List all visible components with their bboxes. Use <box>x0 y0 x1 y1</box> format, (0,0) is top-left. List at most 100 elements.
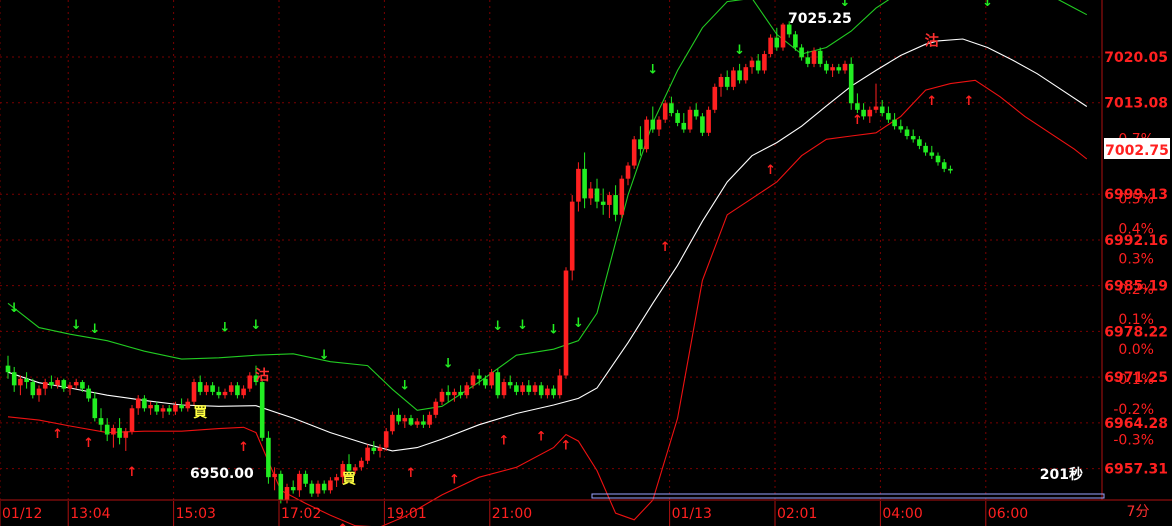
candle-body <box>600 201 606 205</box>
candle-body <box>526 385 532 392</box>
candle-body <box>247 375 253 389</box>
percent-tick-label: 0.1% <box>1118 312 1154 328</box>
candle-body <box>334 477 339 481</box>
candle-body <box>272 473 277 478</box>
sell-arrow: ↓ <box>573 316 584 331</box>
candle-body <box>545 388 550 396</box>
candle-body <box>396 414 401 422</box>
candle-body <box>241 388 246 396</box>
candlestick-chart: ↑↑↑↑↑↑↑↑↑↑↑↑↑↑↑↓↓↓↓↓↓↓↓↓↓↓↓↓↓↓↓↓ 沽買買沽702… <box>0 0 1172 526</box>
candle-body <box>520 385 525 392</box>
candle-body <box>817 50 823 64</box>
candle-body <box>427 414 432 425</box>
candle-body <box>706 109 711 133</box>
sell-arrow: ↓ <box>71 318 82 333</box>
candle-body <box>36 388 42 396</box>
current-price-label: 7002.75 <box>1105 143 1169 159</box>
percent-tick-label: 0.2% <box>1118 282 1154 298</box>
interval-label[interactable]: 7分 <box>1127 504 1150 520</box>
candle-body <box>774 37 780 48</box>
candle-body <box>644 119 649 150</box>
candle-body <box>30 382 36 396</box>
candle-body <box>892 119 897 127</box>
candle-body <box>359 460 364 468</box>
candle-body <box>402 418 408 422</box>
candle-body <box>669 103 674 114</box>
signal-annotation: 買 <box>193 405 208 421</box>
candle-body <box>458 391 463 396</box>
candle-body <box>24 378 29 383</box>
candle-body <box>61 380 67 389</box>
candle-body <box>86 388 91 399</box>
candle-body <box>724 77 730 87</box>
buy-arrow: ↑ <box>926 94 937 109</box>
candle-body <box>148 405 153 409</box>
candle-body <box>762 54 767 71</box>
candle-body <box>886 113 891 120</box>
candle-body <box>321 483 327 491</box>
candle-body <box>160 408 166 412</box>
buy-arrow: ↑ <box>964 94 975 109</box>
candle-body <box>266 437 271 478</box>
candle-body <box>718 77 724 87</box>
candle-body <box>687 109 693 130</box>
candle-body <box>191 382 197 402</box>
candle-body <box>693 109 699 117</box>
price-tick-label: 7020.05 <box>1104 50 1168 66</box>
candle-body <box>185 401 191 409</box>
candle-body <box>452 391 457 396</box>
candle-body <box>681 122 687 130</box>
candle-body <box>799 47 804 58</box>
candle-body <box>594 188 600 202</box>
candle-body <box>421 421 426 425</box>
percent-tick-label: 0.3% <box>1118 252 1154 268</box>
candle-body <box>73 382 79 386</box>
sell-arrow: ↓ <box>840 0 851 10</box>
buy-arrow: ↑ <box>337 522 348 526</box>
sell-arrow: ↓ <box>443 357 454 372</box>
candle-body <box>563 270 569 376</box>
candle-body <box>104 424 110 435</box>
candle-body <box>328 480 333 491</box>
time-tick-label: 02:01 <box>777 506 817 522</box>
candle-body <box>278 473 284 501</box>
percent-tick-label: 0.0% <box>1118 342 1154 358</box>
candle-body <box>836 67 842 71</box>
candle-body <box>631 139 637 166</box>
candle-body <box>284 487 290 501</box>
candle-body <box>259 382 265 438</box>
candle-body <box>464 385 470 396</box>
candle-body <box>923 145 928 153</box>
sell-arrow: ↓ <box>647 63 658 78</box>
candle-body <box>588 188 594 199</box>
time-tick-label: 13:04 <box>70 506 110 522</box>
candle-body <box>315 483 321 494</box>
candle-body <box>576 168 581 202</box>
candle-body <box>873 106 879 110</box>
candle-body <box>842 63 848 71</box>
low-price-label: 6950.00 <box>190 466 254 482</box>
candle-body <box>179 405 184 409</box>
percent-tick-label: -0.3% <box>1113 432 1154 448</box>
candle-body <box>204 385 209 392</box>
candle-body <box>731 70 736 87</box>
time-tick-label: 01/12 <box>2 506 42 522</box>
candle-body <box>793 34 798 48</box>
candle-body <box>532 385 538 392</box>
candle-body <box>222 391 228 396</box>
candle-body <box>855 103 860 110</box>
candle-body <box>625 165 631 179</box>
candle-body <box>935 155 941 163</box>
candle-body <box>514 385 519 392</box>
buy-arrow: ↑ <box>83 436 94 451</box>
candle-body <box>755 60 761 71</box>
candle-body <box>867 109 873 117</box>
candle-body <box>712 86 718 110</box>
chart-background <box>0 0 1172 526</box>
candle-body <box>929 152 935 156</box>
candle-body <box>638 139 643 150</box>
sell-arrow: ↓ <box>220 321 231 336</box>
candle-body <box>352 467 358 471</box>
price-tick-label: 7013.08 <box>1104 96 1168 112</box>
time-tick-label: 06:00 <box>988 506 1028 522</box>
